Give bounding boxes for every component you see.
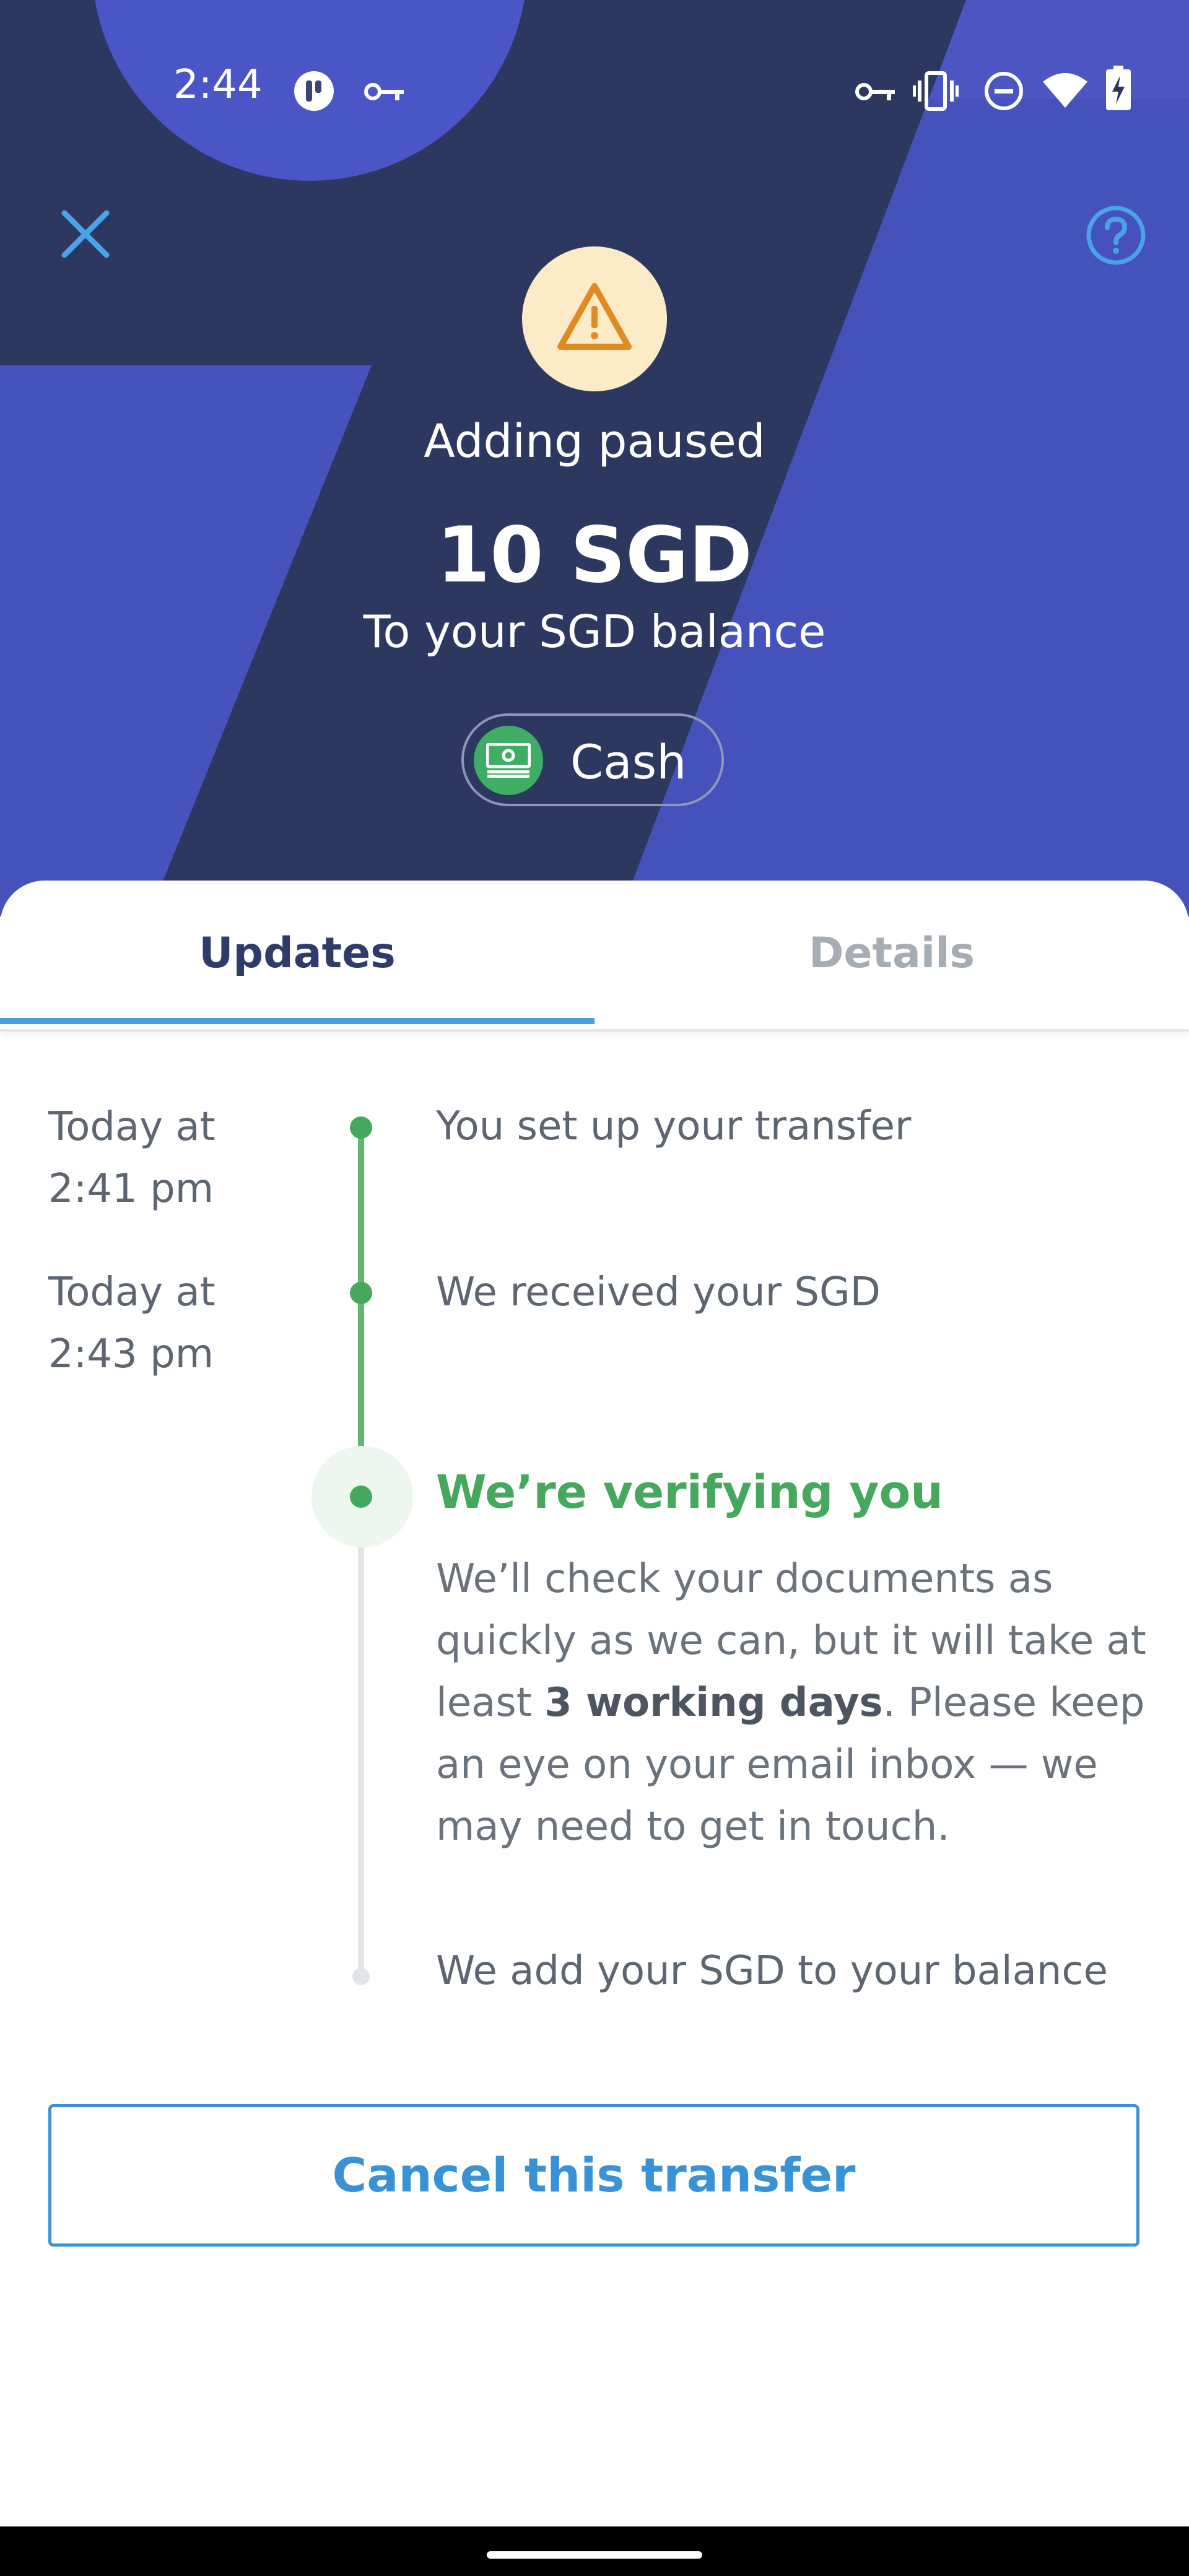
transfer-destination: To your SGD balance bbox=[363, 606, 826, 658]
timeline-step-time: Today at 2:43 pm bbox=[48, 1269, 216, 1377]
status-bar: 2:44 bbox=[0, 0, 1189, 111]
timeline-step-text: We add your SGD to your balance bbox=[436, 1948, 1108, 1994]
tab-details[interactable]: Details bbox=[594, 929, 1189, 978]
timeline-step-text: You set up your transfer bbox=[436, 1103, 912, 1149]
warning-triangle-icon bbox=[557, 283, 632, 350]
timeline-current-title: We’re verifying you bbox=[436, 1466, 943, 1519]
battery-charging-icon bbox=[1106, 66, 1131, 110]
timeline-dot-done bbox=[350, 1282, 372, 1304]
app-notification-icon bbox=[294, 71, 334, 111]
close-button[interactable] bbox=[56, 204, 115, 264]
transfer-status: Adding paused bbox=[424, 415, 765, 468]
wifi-icon bbox=[1043, 73, 1087, 108]
status-time: 2:44 bbox=[173, 62, 263, 108]
cancel-transfer-button[interactable]: Cancel this transfer bbox=[48, 2104, 1139, 2247]
timeline-line-complete bbox=[358, 1128, 364, 1497]
active-tab-indicator bbox=[0, 1018, 594, 1024]
close-icon[interactable] bbox=[56, 204, 115, 264]
timeline-dot-current bbox=[350, 1486, 372, 1508]
status-icon-badge bbox=[522, 246, 667, 391]
timeline-dot-pending bbox=[352, 1968, 370, 1985]
timeline-dot-done bbox=[350, 1116, 372, 1139]
vibrate-icon bbox=[913, 71, 959, 111]
tab-bar: Updates Details bbox=[0, 881, 1189, 1032]
vpn-key-icon bbox=[855, 83, 895, 100]
cash-icon bbox=[474, 726, 543, 795]
help-button[interactable] bbox=[1085, 204, 1147, 266]
home-gesture-handle[interactable] bbox=[487, 2551, 702, 2559]
vpn-key-icon bbox=[364, 83, 404, 100]
timeline-current-description: We’ll check your documents as quickly as… bbox=[436, 1556, 1146, 1850]
timeline-line-pending bbox=[358, 1497, 364, 1980]
tab-updates[interactable]: Updates bbox=[0, 929, 594, 978]
payment-method-chip: Cash bbox=[461, 713, 724, 806]
transfer-header: 2:44 Adding paused 10 SGD To your SGD ba… bbox=[0, 0, 1189, 916]
help-circle-icon[interactable] bbox=[1085, 204, 1147, 266]
timeline-step-text: We received your SGD bbox=[436, 1269, 881, 1315]
do-not-disturb-icon bbox=[985, 72, 1023, 110]
payment-method-label: Cash bbox=[570, 734, 687, 790]
navigation-bar bbox=[0, 2526, 1189, 2576]
transfer-amount: 10 SGD bbox=[437, 511, 752, 600]
timeline-step-time: Today at 2:41 pm bbox=[48, 1104, 216, 1212]
